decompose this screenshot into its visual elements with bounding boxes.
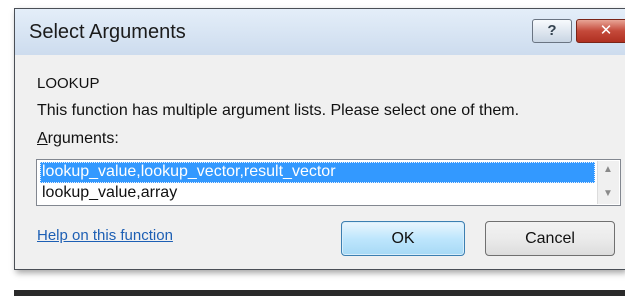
help-on-function-link[interactable]: Help on this function (37, 227, 173, 244)
help-button[interactable]: ? (532, 19, 572, 43)
dialog-titlebar[interactable]: Select Arguments ? ✕ (15, 9, 625, 55)
close-button[interactable]: ✕ (576, 19, 625, 43)
scroll-up-arrow-icon[interactable]: ▲ (603, 164, 613, 175)
function-description: This function has multiple argument list… (37, 102, 520, 119)
argument-list-item-selected[interactable]: lookup_value,lookup_vector,result_vector (40, 162, 595, 183)
arguments-listbox[interactable]: lookup_value,lookup_vector,result_vector… (36, 159, 621, 206)
argument-list-item[interactable]: lookup_value,array (40, 183, 595, 204)
dialog-body: LOOKUP This function has multiple argume… (15, 55, 625, 269)
question-mark-icon: ? (547, 22, 557, 39)
close-icon: ✕ (599, 22, 613, 39)
cancel-button[interactable]: Cancel (485, 221, 615, 256)
arguments-label-accelerator: A (37, 130, 48, 147)
scroll-down-arrow-icon[interactable]: ▼ (603, 188, 613, 199)
select-arguments-dialog: Select Arguments ? ✕ LOOKUP This functio… (14, 8, 625, 270)
arguments-label: Arguments: (37, 130, 119, 148)
dialog-title: Select Arguments (29, 21, 186, 43)
listbox-scrollbar[interactable]: ▲ ▼ (597, 161, 619, 204)
ok-button[interactable]: OK (341, 221, 465, 256)
function-name: LOOKUP (37, 75, 100, 92)
arguments-label-text: rguments: (47, 130, 119, 147)
underlying-window-edge (14, 290, 625, 296)
